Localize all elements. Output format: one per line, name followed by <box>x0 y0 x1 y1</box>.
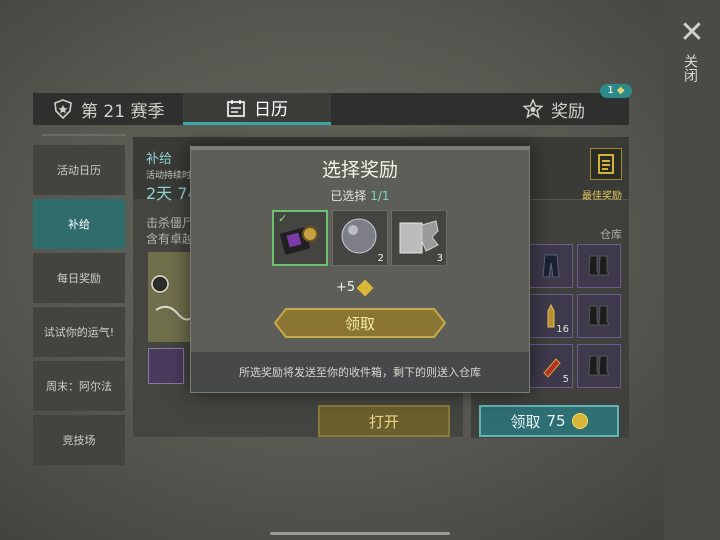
supply-item-thumbnail[interactable] <box>148 348 184 384</box>
dialog-footer-note: 所选奖励将发送至你的收件箱，剩下的则送入仓库 <box>191 352 529 392</box>
sidebar-item-label: 活动日历 <box>57 164 101 177</box>
top-tab-bar: 第 21 赛季 日历 奖励 <box>33 93 629 125</box>
tab-season[interactable]: 第 21 赛季 <box>53 93 164 125</box>
best-reward-clipboard-icon[interactable] <box>590 148 622 180</box>
dialog-title: 选择奖励 <box>321 159 398 181</box>
choose-reward-dialog: 选择奖励 已选择 1/1 ✓ 2 3 +5 领取 所选奖励将发送至你的收件箱，剩… <box>190 146 530 393</box>
tab-calendar[interactable]: 日历 <box>183 93 331 125</box>
tab-reward[interactable]: 奖励 <box>523 93 585 125</box>
warehouse-slot[interactable]: 16 <box>529 294 573 338</box>
ticket-icon <box>356 279 374 296</box>
open-button-label: 打开 <box>368 412 399 431</box>
sidebar-item-try-luck[interactable]: 试试你的运气! <box>33 307 125 357</box>
selected-count-value: 1/1 <box>370 189 390 203</box>
open-button[interactable]: 打开 <box>318 405 450 437</box>
reward-count: 2 <box>377 253 384 264</box>
warehouse-slot[interactable] <box>577 344 621 388</box>
tab-reward-label: 奖励 <box>551 101 585 122</box>
warehouse-slot[interactable] <box>577 244 621 288</box>
close-icon[interactable]: ✕ <box>676 18 708 50</box>
claim-button[interactable]: 领取 <box>274 308 446 338</box>
shell-icon <box>543 358 561 378</box>
warehouse-slot[interactable]: 5 <box>529 344 573 388</box>
sidebar: 活动日历 补给 每日奖励 试试你的运气! 周末：阿尔法 竞技场 <box>33 145 125 469</box>
sidebar-item-activity-calendar[interactable]: 活动日历 <box>33 145 125 195</box>
sidebar-item-supply[interactable]: 补给 <box>33 199 125 249</box>
bonus-points: +5 <box>336 279 374 296</box>
selected-count-prefix: 已选择 <box>330 189 371 203</box>
claim-button-label: 领取 <box>344 314 375 333</box>
reward-option-badge-pouch[interactable]: ✓ <box>272 210 328 266</box>
star-badge-icon <box>523 99 543 119</box>
pants-icon <box>542 254 560 278</box>
sidebar-item-label: 竞技场 <box>62 434 96 447</box>
calendar-icon <box>227 99 245 117</box>
home-indicator[interactable] <box>270 532 450 535</box>
sidebar-item-label: 周末：阿尔法 <box>46 380 112 393</box>
supply-title: 补给 <box>146 152 173 167</box>
boots-icon <box>588 255 610 276</box>
boots-icon <box>588 355 610 376</box>
reward-notification-badge: 1 ◆ <box>600 84 632 98</box>
supply-description-line2: 含有卓越 <box>146 232 195 246</box>
sidebar-item-label: 试试你的运气! <box>43 326 115 339</box>
claim-for-coins-button[interactable]: 领取 75 <box>479 405 619 437</box>
dialog-footer-text: 所选奖励将发送至你的收件箱，剩下的则送入仓库 <box>239 366 481 379</box>
tab-season-label: 第 21 赛季 <box>81 101 165 122</box>
sidebar-item-daily-reward[interactable]: 每日奖励 <box>33 253 125 303</box>
reward-option-scrap-metal[interactable]: 3 <box>391 210 447 266</box>
reward-count: 3 <box>436 253 443 264</box>
supply-description-line1: 击杀僵尸 <box>146 216 195 230</box>
sidebar-item-label: 每日奖励 <box>57 272 101 285</box>
close-label[interactable]: 关闭 <box>682 54 700 82</box>
badge-ticket-icon: ◆ <box>616 85 625 96</box>
reward-option-pearl[interactable]: 2 <box>332 210 388 266</box>
sidebar-item-arena[interactable]: 竞技场 <box>33 415 125 465</box>
claim-cost-value: 75 <box>546 412 566 430</box>
claim-for-coins-label: 领取 <box>510 412 541 431</box>
boots-icon <box>588 305 610 326</box>
sidebar-divider <box>42 134 126 136</box>
sidebar-item-weekend-alpha[interactable]: 周末：阿尔法 <box>33 361 125 411</box>
item-count: 16 <box>556 324 569 335</box>
season-shield-icon <box>54 99 72 119</box>
warehouse-label: 仓库 <box>600 228 622 241</box>
checkmark-icon: ✓ <box>278 212 288 225</box>
reward-badge-count: 1 <box>607 85 614 96</box>
tab-calendar-label: 日历 <box>254 100 288 120</box>
bonus-value: +5 <box>336 280 356 295</box>
selected-count: 已选择 1/1 <box>191 187 529 204</box>
warehouse-slot[interactable] <box>577 294 621 338</box>
coin-icon <box>571 413 588 429</box>
item-count: 5 <box>562 374 569 385</box>
warehouse-slot[interactable] <box>529 244 573 288</box>
dialog-top-border <box>191 147 529 150</box>
sidebar-item-label: 补给 <box>68 218 90 231</box>
